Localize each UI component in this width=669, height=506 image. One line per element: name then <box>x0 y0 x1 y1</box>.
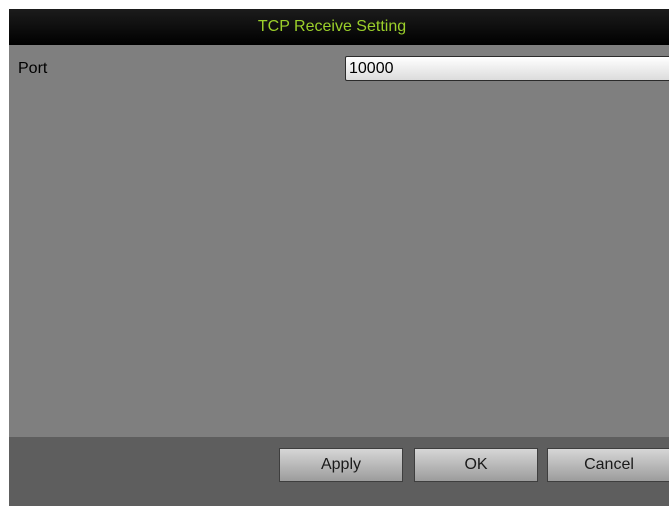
cancel-button[interactable]: Cancel <box>547 448 669 482</box>
apply-button[interactable]: Apply <box>279 448 403 482</box>
dialog-title: TCP Receive Setting <box>9 9 669 45</box>
button-bar: Apply OK Cancel <box>9 437 669 506</box>
port-input[interactable] <box>345 56 669 81</box>
port-label: Port <box>18 60 48 77</box>
tcp-receive-setting-dialog: TCP Receive Setting Port Apply OK Cancel <box>9 9 669 506</box>
ok-button[interactable]: OK <box>414 448 538 482</box>
